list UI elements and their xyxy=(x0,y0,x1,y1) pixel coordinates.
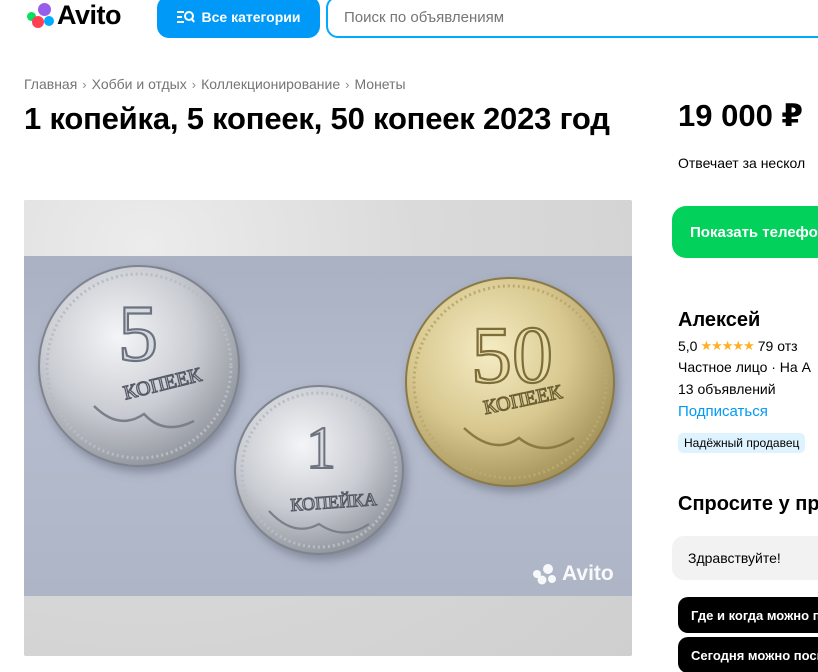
breadcrumb-separator-icon: › xyxy=(82,76,87,92)
reviews-count[interactable]: 79 отз xyxy=(758,338,798,354)
breadcrumb: Главная › Хобби и отдых › Коллекциониров… xyxy=(24,76,406,92)
catalog-search-icon xyxy=(176,11,195,23)
listing-title: 1 копейка, 5 копеек, 50 копеек 2023 год xyxy=(24,101,610,136)
watermark-dots-icon xyxy=(533,564,556,585)
reliable-seller-badge: Надёжный продавец xyxy=(678,433,806,453)
seller-type: Частное лицо · На А xyxy=(678,359,811,375)
show-phone-button[interactable]: Показать телефон xyxy=(672,206,818,258)
breadcrumb-separator-icon: › xyxy=(345,76,350,92)
rating-value: 5,0 xyxy=(678,338,698,354)
all-categories-label: Все категории xyxy=(201,9,301,25)
logo-dots-icon xyxy=(24,1,56,29)
reply-time: Отвечает за нескол xyxy=(678,155,806,171)
avito-logo[interactable]: Avito xyxy=(24,0,122,30)
message-input[interactable]: Здравствуйте! xyxy=(672,536,818,580)
listing-photo[interactable]: 5 КОПЕЕК 1 КОПЕЙКА 50 КОПЕЕК xyxy=(24,256,632,596)
rating-stars-icon: ★★★★★ xyxy=(700,338,754,353)
price: 19 000 ₽ xyxy=(678,98,803,133)
search-bar[interactable] xyxy=(326,0,818,38)
subscribe-link[interactable]: Подписаться xyxy=(678,403,768,420)
all-categories-button[interactable]: Все категории xyxy=(157,0,320,38)
search-input[interactable] xyxy=(344,8,818,26)
coins-image: 5 КОПЕЕК 1 КОПЕЙКА 50 КОПЕЕК xyxy=(38,265,615,555)
photo-gallery[interactable]: 5 КОПЕЕК 1 КОПЕЙКА 50 КОПЕЕК Avito xyxy=(24,200,632,656)
seller-name[interactable]: Алексей xyxy=(678,309,760,332)
logo-text: Avito xyxy=(57,0,122,30)
breadcrumb-collecting[interactable]: Коллекционирование xyxy=(201,76,340,92)
avito-watermark: Avito xyxy=(532,562,614,586)
breadcrumb-coins[interactable]: Монеты xyxy=(354,76,405,92)
quick-question-button[interactable]: Сегодня можно посм xyxy=(678,637,818,672)
breadcrumb-separator-icon: › xyxy=(191,76,197,92)
quick-question-button[interactable]: Где и когда можно по xyxy=(678,597,818,633)
seller-rating[interactable]: 5,0 ★★★★★ 79 отз xyxy=(678,338,798,354)
seller-ads-count: 13 объявлений xyxy=(678,381,776,397)
breadcrumb-home[interactable]: Главная xyxy=(24,76,77,92)
breadcrumb-hobby[interactable]: Хобби и отдых xyxy=(92,76,187,92)
coin-5-numeral: 5 xyxy=(118,290,158,378)
watermark-text: Avito xyxy=(562,562,614,585)
ask-seller-title: Спросите у пр xyxy=(678,493,818,515)
coin-1-numeral: 1 xyxy=(306,415,336,481)
